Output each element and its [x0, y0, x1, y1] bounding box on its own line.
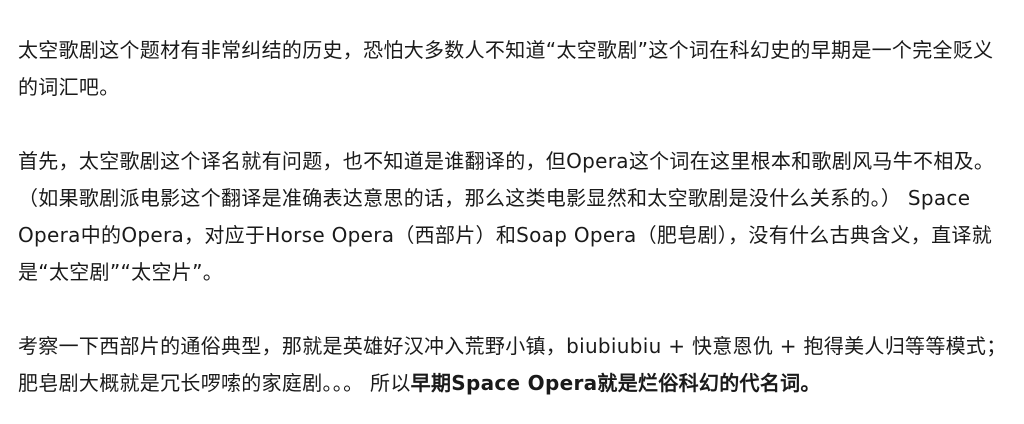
- paragraph-3: 考察一下西部片的通俗典型，那就是英雄好汉冲入荒野小镇，biubiubiu + 快…: [18, 328, 1010, 402]
- paragraph-3-bold-text: 早期Space Opera就是烂俗科幻的代名词。: [410, 371, 821, 395]
- article-body: 太空歌剧这个题材有非常纠结的历史，恐怕大多数人不知道“太空歌剧”这个词在科幻史的…: [18, 32, 1010, 402]
- paragraph-1: 太空歌剧这个题材有非常纠结的历史，恐怕大多数人不知道“太空歌剧”这个词在科幻史的…: [18, 38, 994, 99]
- paragraph-2: 首先，太空歌剧这个译名就有问题，也不知道是谁翻译的，但Opera这个词在这里根本…: [18, 149, 995, 284]
